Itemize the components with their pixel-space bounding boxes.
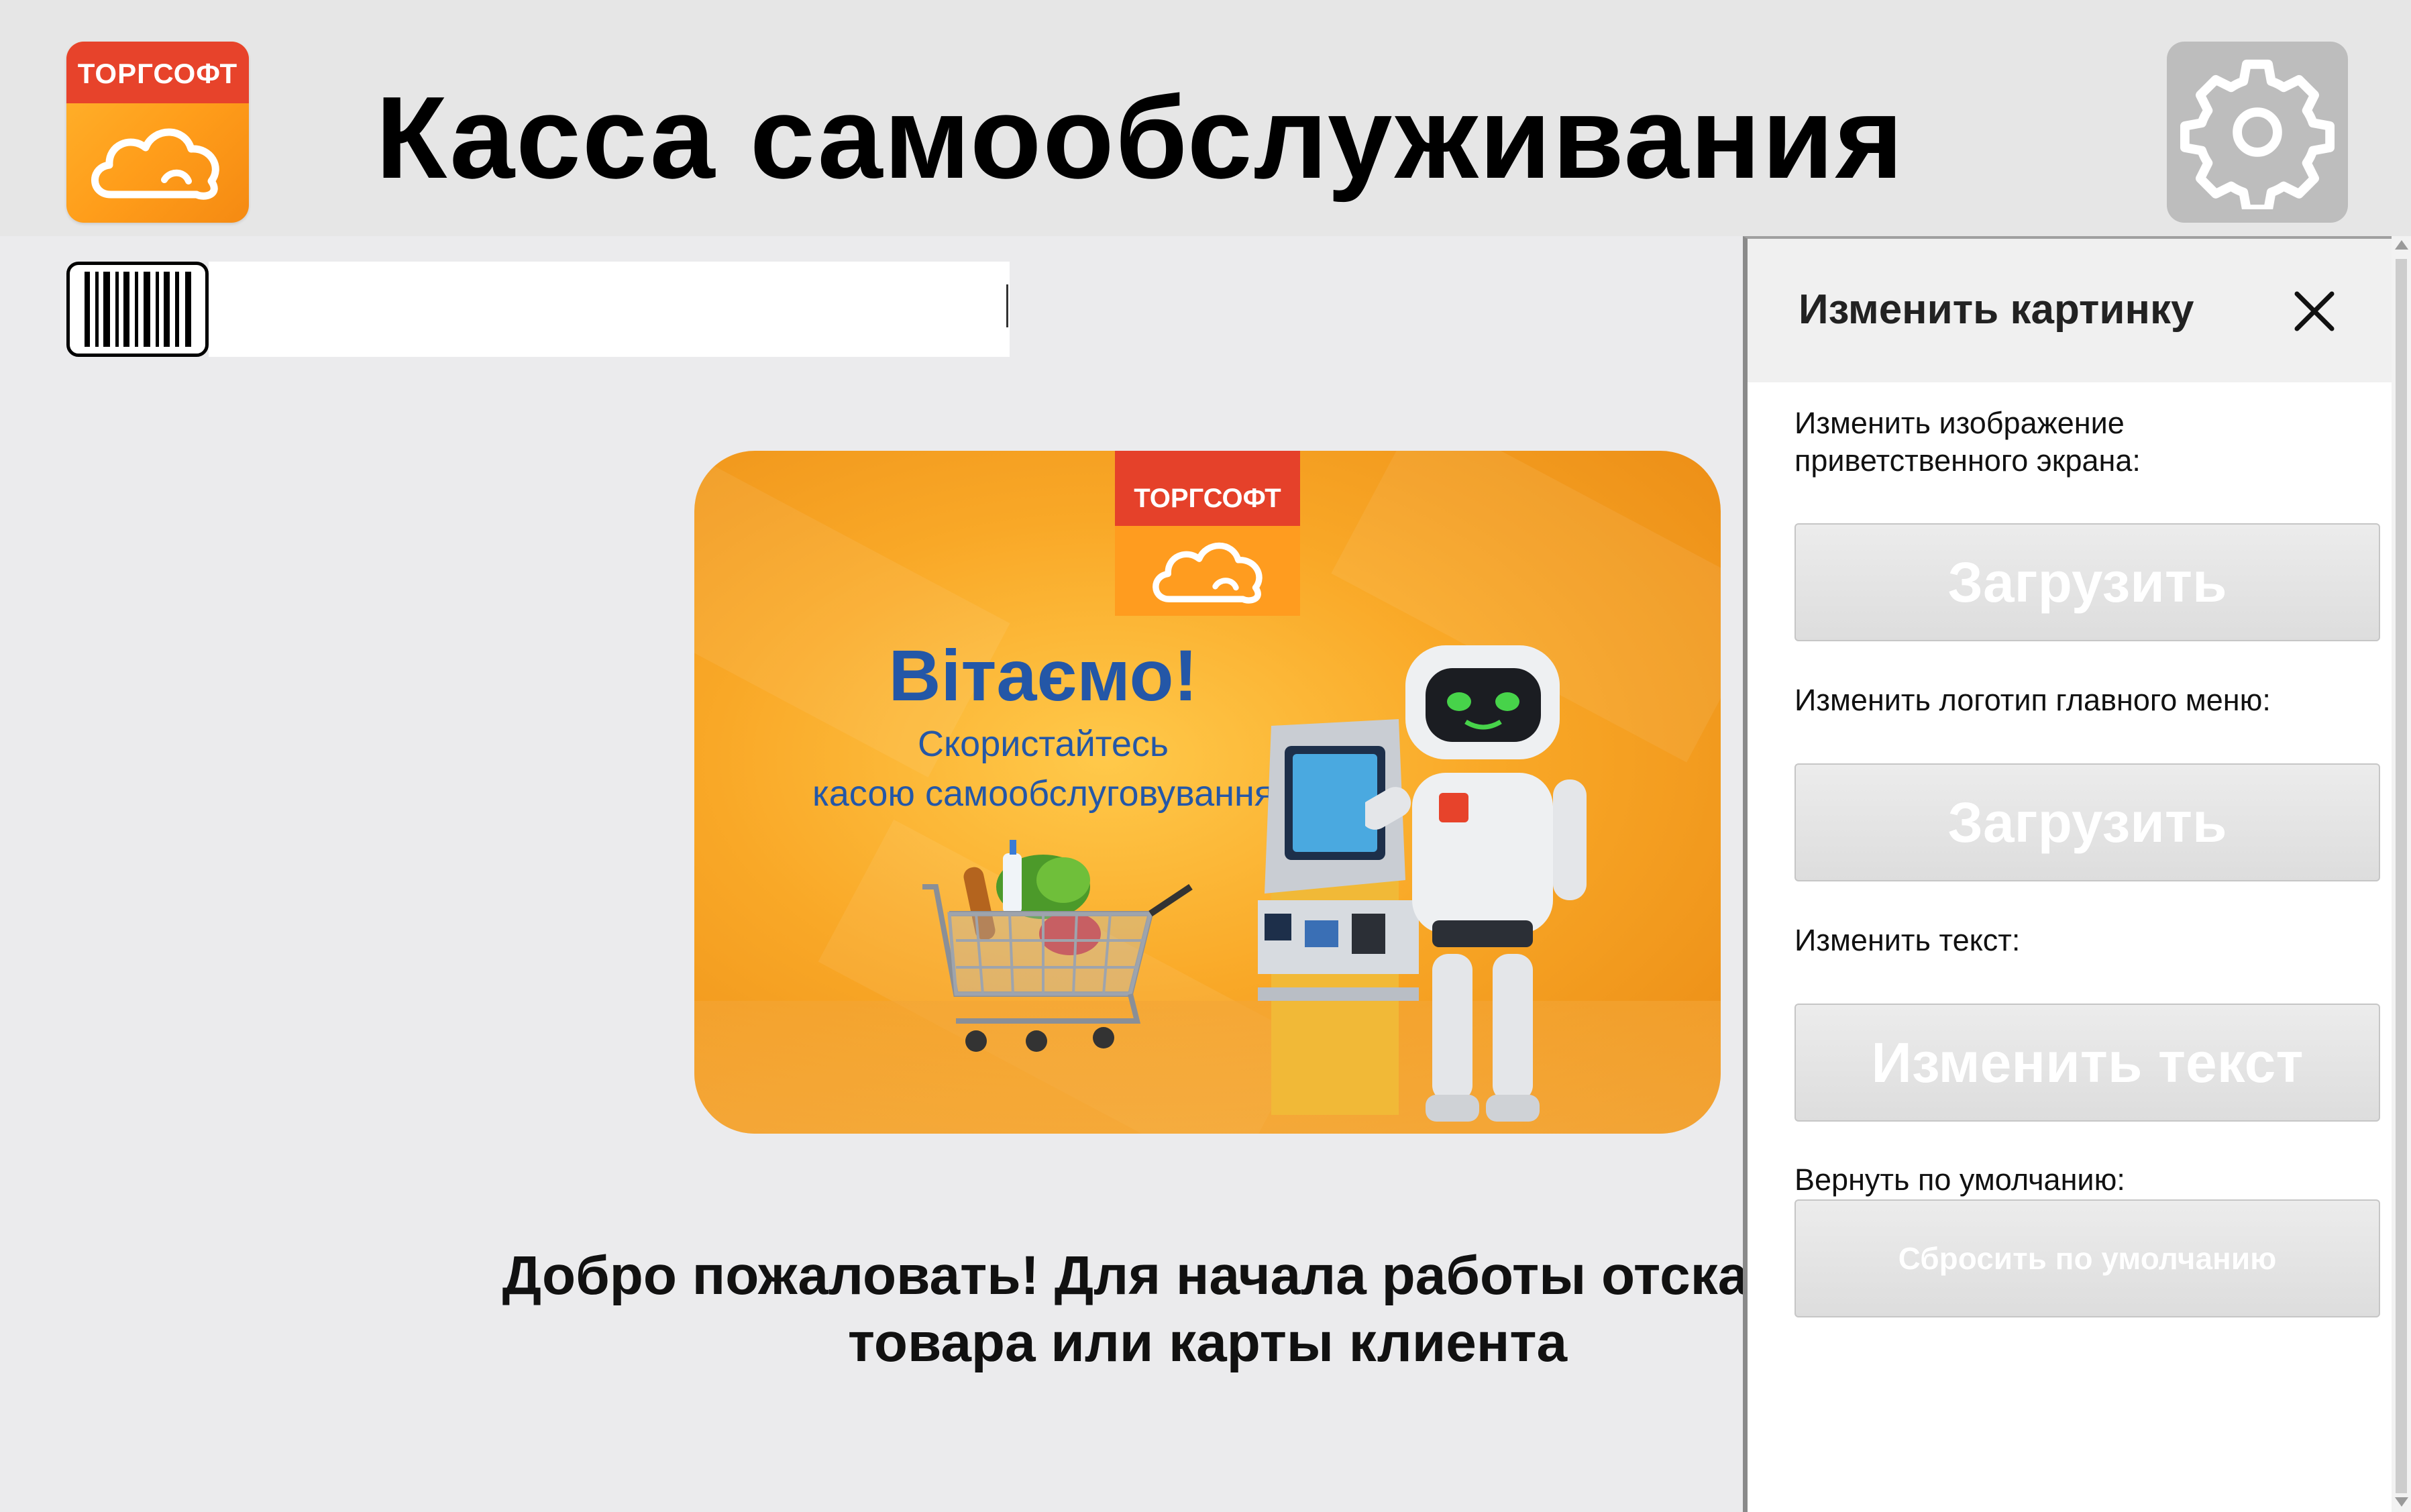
upload-menu-logo-button[interactable]: Загрузить — [1794, 763, 2380, 881]
scroll-up-icon[interactable] — [2395, 240, 2408, 250]
cloud-icon — [91, 128, 219, 200]
welcome-banner-image: ТОРГСОФТ Вітаємо! Скористайтесь касою са… — [694, 451, 1721, 1134]
cloud-icon — [1153, 542, 1263, 604]
change-text-button[interactable]: Изменить текст — [1794, 1004, 2380, 1122]
shopping-cart-illustration — [922, 840, 1193, 1052]
panel-header: Изменить картинку — [1748, 239, 2392, 382]
logo-text: ТОРГСОФТ — [66, 42, 249, 103]
close-button[interactable] — [2288, 284, 2341, 338]
text-caret — [1006, 284, 1008, 327]
change-image-panel: Изменить картинку Изменить изображение п… — [1743, 236, 2392, 1512]
barcode-icon — [66, 262, 209, 357]
welcome-image-label: Изменить изображение приветственного экр… — [1794, 406, 2141, 478]
torgsoft-logo: ТОРГСОФТ — [66, 42, 249, 223]
gear-icon — [2180, 59, 2335, 209]
app-header: ТОРГСОФТ Касса самообслуживания — [0, 0, 2411, 236]
menu-logo-label: Изменить логотип главного меню: — [1794, 683, 2271, 717]
scroll-down-icon[interactable] — [2395, 1497, 2408, 1507]
panel-scrollbar[interactable] — [2392, 236, 2411, 1512]
upload-welcome-image-button[interactable]: Загрузить — [1794, 523, 2380, 641]
change-text-label: Изменить текст: — [1794, 923, 2021, 957]
settings-button[interactable] — [2167, 42, 2348, 223]
panel-title: Изменить картинку — [1799, 286, 2194, 333]
scrollbar-thumb[interactable] — [2396, 259, 2407, 1493]
barcode-input[interactable] — [209, 262, 1010, 357]
reset-default-button[interactable]: Сбросить по умолчанию — [1794, 1199, 2380, 1317]
page-title: Касса самообслуживания — [376, 72, 1905, 203]
reset-default-label: Вернуть по умолчанию: — [1794, 1163, 2125, 1197]
banner-logo: ТОРГСОФТ — [1115, 451, 1300, 616]
robot-illustration — [1365, 645, 1587, 1122]
close-icon — [2294, 291, 2335, 331]
